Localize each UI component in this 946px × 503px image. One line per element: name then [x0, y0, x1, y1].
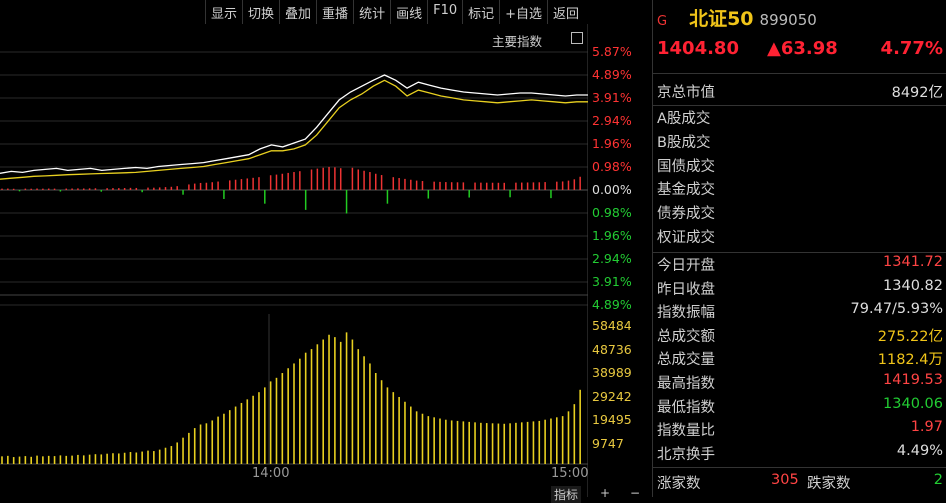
stat-row: 最低指数 1340.06	[657, 396, 943, 418]
stat-label: 北京换手	[657, 446, 715, 463]
main-indicator-label: 主要指数	[492, 34, 543, 49]
percent-label: 4.89%	[592, 67, 632, 82]
turnover-row: B股成交	[657, 131, 943, 153]
stat-value: 1340.82	[883, 277, 943, 294]
replay-button[interactable]: 重播	[316, 0, 353, 24]
market-cap-label: 京总市值	[657, 85, 715, 101]
stat-label: 昨日收盘	[657, 281, 715, 298]
stat-value: 1419.53	[883, 372, 943, 388]
chart-toolbar: 显示 切换 叠加 重播 统计 画线 F10 标记 +自选 返回	[205, 0, 584, 24]
percent-label: 3.91%	[592, 90, 632, 105]
stat-label: 最高指数	[657, 376, 715, 392]
index-info-panel: G 北证50 899050 1404.80 ▲63.98 4.77% 京总市值 …	[652, 0, 946, 497]
turnover-label: 国债成交	[657, 158, 715, 175]
mark-button[interactable]: 标记	[462, 0, 499, 24]
stat-row: 最高指数 1419.53	[657, 372, 943, 394]
stat-row: 今日开盘 1341.72	[657, 254, 943, 276]
down-count-value: 2	[933, 472, 943, 488]
stat-label: 最低指数	[657, 399, 715, 416]
volume-label: 19495	[592, 412, 632, 427]
volume-label: 9747	[592, 435, 624, 451]
price-change: ▲63.98	[767, 38, 838, 59]
percent-label: 4.89%	[592, 297, 632, 312]
stat-label: 总成交量	[657, 352, 715, 369]
add-watchlist-button[interactable]: +自选	[499, 0, 547, 24]
price-change-pct: 4.77%	[880, 38, 943, 59]
percent-label: 2.94%	[592, 251, 632, 266]
price-line	[0, 74, 588, 174]
up-count-value: 305	[771, 472, 799, 488]
down-count-label: 跌家数	[807, 476, 851, 492]
stat-row: 指数振幅 79.47/5.93%	[657, 301, 943, 323]
g-badge: G	[657, 14, 668, 29]
stats-button[interactable]: 统计	[353, 0, 390, 24]
turnover-row: 基金成交	[657, 178, 943, 200]
divider	[653, 467, 946, 468]
volume-label: 58484	[592, 318, 632, 333]
stat-value: 1182.4万	[877, 352, 943, 369]
indicator-toggle-icon[interactable]	[571, 32, 583, 44]
last-price: 1404.80	[657, 38, 739, 59]
up-count-label: 涨家数	[657, 476, 701, 492]
indicator-tab[interactable]: 指标	[551, 486, 582, 503]
overlay-button[interactable]: 叠加	[279, 0, 316, 24]
stat-row: 总成交量 1182.4万	[657, 348, 943, 370]
stat-row: 指数量比 1.97	[657, 419, 943, 441]
minus-icon[interactable]: −	[630, 486, 640, 500]
stat-value: 1.97	[910, 419, 943, 436]
percent-label: 0.98%	[592, 205, 632, 220]
back-button[interactable]: 返回	[547, 0, 584, 24]
turnover-label: 债券成交	[657, 206, 715, 223]
f10-button[interactable]: F10	[427, 0, 462, 24]
percent-label: 3.91%	[592, 274, 632, 289]
turnover-label: 权证成交	[657, 230, 715, 246]
turnover-label: 基金成交	[657, 182, 715, 199]
quote-line: 1404.80 ▲63.98 4.77%	[657, 38, 943, 62]
stat-value: 1341.72	[883, 254, 943, 270]
turnover-row: A股成交	[657, 107, 943, 129]
volume-label: 29242	[592, 388, 632, 404]
stat-value: 275.22亿	[877, 328, 943, 345]
turnover-row: 债券成交	[657, 202, 943, 224]
turnover-label: B股成交	[657, 134, 711, 151]
switch-button[interactable]: 切换	[242, 0, 279, 24]
percent-label: 2.94%	[592, 113, 632, 128]
volume-label: 48736	[592, 341, 632, 357]
percent-label: 5.87%	[592, 44, 632, 59]
percent-label: 0.98%	[592, 159, 632, 174]
time-label-1400: 14:00	[252, 466, 290, 481]
index-code: 899050	[759, 11, 817, 29]
market-cap-row: 京总市值 8492亿	[657, 81, 943, 103]
display-button[interactable]: 显示	[205, 0, 242, 24]
turnover-row: 权证成交	[657, 226, 943, 248]
stat-row: 总成交额 275.22亿	[657, 325, 943, 347]
market-cap-value: 8492亿	[891, 85, 943, 101]
percent-label: 0.00%	[592, 182, 632, 197]
turnover-row: 国债成交	[657, 155, 943, 177]
intraday-chart[interactable]	[0, 24, 588, 497]
percent-label: 1.96%	[592, 228, 632, 243]
panel-header: G 北证50 899050	[657, 4, 817, 30]
stat-label: 指数量比	[657, 423, 715, 440]
stat-value: 1340.06	[883, 395, 943, 412]
chart-canvas	[0, 24, 588, 497]
time-label-1500: 15:00	[551, 466, 589, 481]
draw-line-button[interactable]: 画线	[390, 0, 427, 24]
stat-label: 指数振幅	[657, 305, 715, 322]
divider	[653, 73, 946, 74]
stat-row: 昨日收盘 1340.82	[657, 278, 943, 300]
index-name: 北证50	[689, 8, 754, 30]
stat-label: 今日开盘	[657, 258, 715, 274]
volume-label: 38989	[592, 365, 632, 380]
divider	[653, 105, 946, 106]
turnover-label: A股成交	[657, 111, 711, 127]
stat-row: 北京换手 4.49%	[657, 443, 943, 465]
plus-icon[interactable]: +	[600, 486, 610, 500]
divider	[653, 252, 946, 253]
stat-label: 总成交额	[657, 328, 715, 345]
stat-value: 79.47/5.93%	[850, 301, 943, 318]
percent-label: 1.96%	[592, 136, 632, 151]
stat-value: 4.49%	[896, 442, 943, 459]
